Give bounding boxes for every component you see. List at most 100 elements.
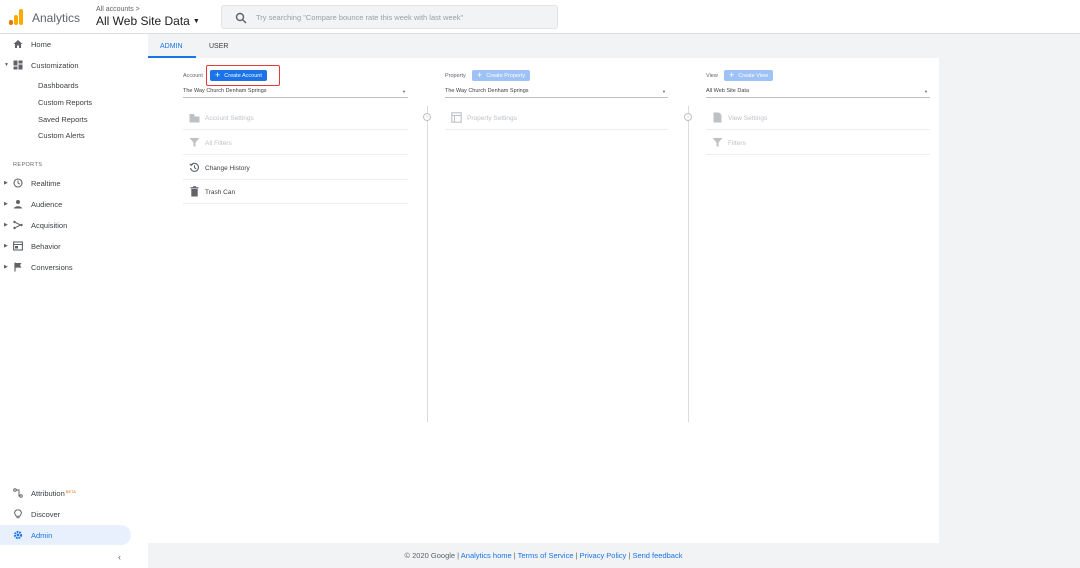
tab-user[interactable]: USER [209, 43, 228, 50]
sidebar-item-label: Audience [31, 200, 63, 209]
search-box[interactable] [221, 5, 558, 29]
sidebar-item-acquisition[interactable]: ▶ Acquisition [0, 215, 131, 235]
expand-right-icon: ▶ [4, 264, 8, 270]
account-breadcrumb[interactable]: All accounts > [96, 6, 140, 13]
change-history-item[interactable]: Change History [183, 156, 408, 180]
sidebar-item-home[interactable]: Home [0, 34, 131, 54]
item-label: Account Settings [205, 115, 254, 122]
account-select[interactable]: The Way Church Denham Springs ▼ [183, 88, 408, 98]
item-label: All Filters [205, 140, 232, 147]
caret-down-icon: ▼ [192, 18, 200, 26]
sidebar-subitem-custom-reports[interactable]: Custom Reports [38, 98, 92, 107]
collapse-sidebar-icon[interactable]: ‹ [118, 552, 121, 562]
sidebar-item-label: Admin [31, 531, 53, 540]
beta-badge: BETA [65, 489, 76, 494]
item-label: Filters [728, 140, 746, 147]
sidebar-item-label: Home [31, 40, 52, 49]
item-label: Change History [205, 165, 250, 172]
copyright-text: © 2020 Google | [404, 551, 460, 560]
document-icon [713, 112, 722, 123]
sidebar-item-discover[interactable]: Discover [0, 504, 131, 524]
sidebar-item-label: Customization [31, 61, 79, 70]
expand-right-icon: ▶ [4, 201, 8, 207]
building-icon [189, 114, 200, 123]
view-column-label: View [706, 73, 718, 79]
sidebar-subitem-dashboards[interactable]: Dashboards [38, 81, 78, 90]
account-select-value: The Way Church Denham Springs [183, 88, 267, 94]
view-filters-item[interactable]: Filters [706, 131, 930, 155]
sidebar-item-admin[interactable]: Admin [0, 525, 131, 545]
trash-icon [190, 186, 199, 197]
account-title: All Web Site Data [96, 14, 190, 28]
home-icon [13, 40, 23, 48]
expand-right-icon: ▶ [4, 180, 8, 186]
caret-down-icon: ▼ [662, 89, 666, 94]
sidebar-item-attribution[interactable]: AttributionBETA [0, 483, 131, 503]
expand-right-icon: ▶ [4, 243, 8, 249]
property-select[interactable]: The Way Church Denham Springs ▼ [445, 88, 668, 98]
sidebar-item-label: Realtime [31, 179, 61, 188]
column-divider [688, 106, 689, 422]
expand-down-icon: ▼ [4, 62, 9, 68]
chevron-right-icon[interactable]: › [423, 113, 431, 121]
property-settings-item[interactable]: Property Settings [445, 106, 668, 130]
caret-down-icon: ▼ [924, 89, 928, 94]
terms-of-service-link[interactable]: Terms of Service [518, 551, 574, 560]
sidebar-subitem-saved-reports[interactable]: Saved Reports [38, 115, 88, 124]
dashboard-icon [13, 60, 23, 70]
sidebar-item-label: Discover [31, 510, 61, 519]
view-select-value: All Web Site Data [706, 88, 750, 94]
send-feedback-link[interactable]: Send feedback [632, 551, 682, 560]
view-settings-item[interactable]: View Settings [706, 106, 930, 130]
privacy-policy-link[interactable]: Privacy Policy [580, 551, 627, 560]
plus-icon: + [477, 70, 483, 80]
sidebar-item-label: Behavior [31, 242, 61, 251]
person-icon [14, 200, 22, 209]
clock-icon [13, 178, 23, 188]
create-property-button[interactable]: + Create Property [472, 70, 531, 81]
chevron-right-icon[interactable]: › [684, 113, 692, 121]
sidebar-item-label: Acquisition [31, 221, 68, 230]
top-bar: Analytics All accounts > All Web Site Da… [0, 0, 1080, 34]
sidebar-item-realtime[interactable]: ▶ Realtime [0, 173, 131, 193]
property-column-label: Property [445, 73, 466, 79]
create-view-button[interactable]: + Create View [724, 70, 774, 81]
tab-admin[interactable]: ADMIN [160, 43, 183, 50]
account-selector[interactable]: All Web Site Data ▼ [96, 14, 200, 28]
filter-icon [712, 138, 723, 147]
expand-right-icon: ▶ [4, 222, 8, 228]
caret-down-icon: ▼ [402, 89, 406, 94]
search-input[interactable] [256, 10, 546, 25]
history-icon [189, 162, 199, 172]
attribution-label: Attribution [31, 489, 65, 498]
account-settings-item[interactable]: Account Settings [183, 106, 408, 130]
all-filters-item[interactable]: All Filters [183, 131, 408, 155]
acquisition-icon [13, 220, 23, 230]
behavior-icon [13, 241, 23, 251]
property-icon [451, 112, 462, 123]
sidebar-item-conversions[interactable]: ▶ Conversions [0, 257, 131, 277]
gear-icon [13, 530, 23, 540]
sidebar-item-audience[interactable]: ▶ Audience [0, 194, 131, 214]
search-icon [235, 12, 247, 24]
attribution-icon [13, 488, 23, 498]
analytics-logo-icon[interactable] [9, 9, 23, 25]
sidebar-item-label: Conversions [31, 263, 73, 272]
view-select[interactable]: All Web Site Data ▼ [706, 88, 930, 98]
filter-icon [189, 138, 200, 147]
sidebar-subitem-custom-alerts[interactable]: Custom Alerts [38, 131, 85, 140]
lightbulb-icon [14, 509, 22, 519]
analytics-home-link[interactable]: Analytics home [461, 551, 512, 560]
flag-icon [14, 262, 22, 272]
trash-can-item[interactable]: Trash Can [183, 180, 408, 204]
create-property-label: Create Property [486, 72, 526, 79]
footer: © 2020 Google | Analytics home | Terms o… [404, 551, 683, 560]
highlight-box [206, 65, 280, 86]
account-column-label: Account [183, 73, 203, 79]
item-label: Trash Can [205, 189, 236, 196]
sidebar-item-label: AttributionBETA [31, 489, 76, 498]
plus-icon: + [729, 70, 735, 80]
admin-tabs: ADMIN USER [148, 34, 1080, 58]
sidebar-item-customization[interactable]: ▼ Customization [0, 55, 131, 75]
sidebar-item-behavior[interactable]: ▶ Behavior [0, 236, 131, 256]
